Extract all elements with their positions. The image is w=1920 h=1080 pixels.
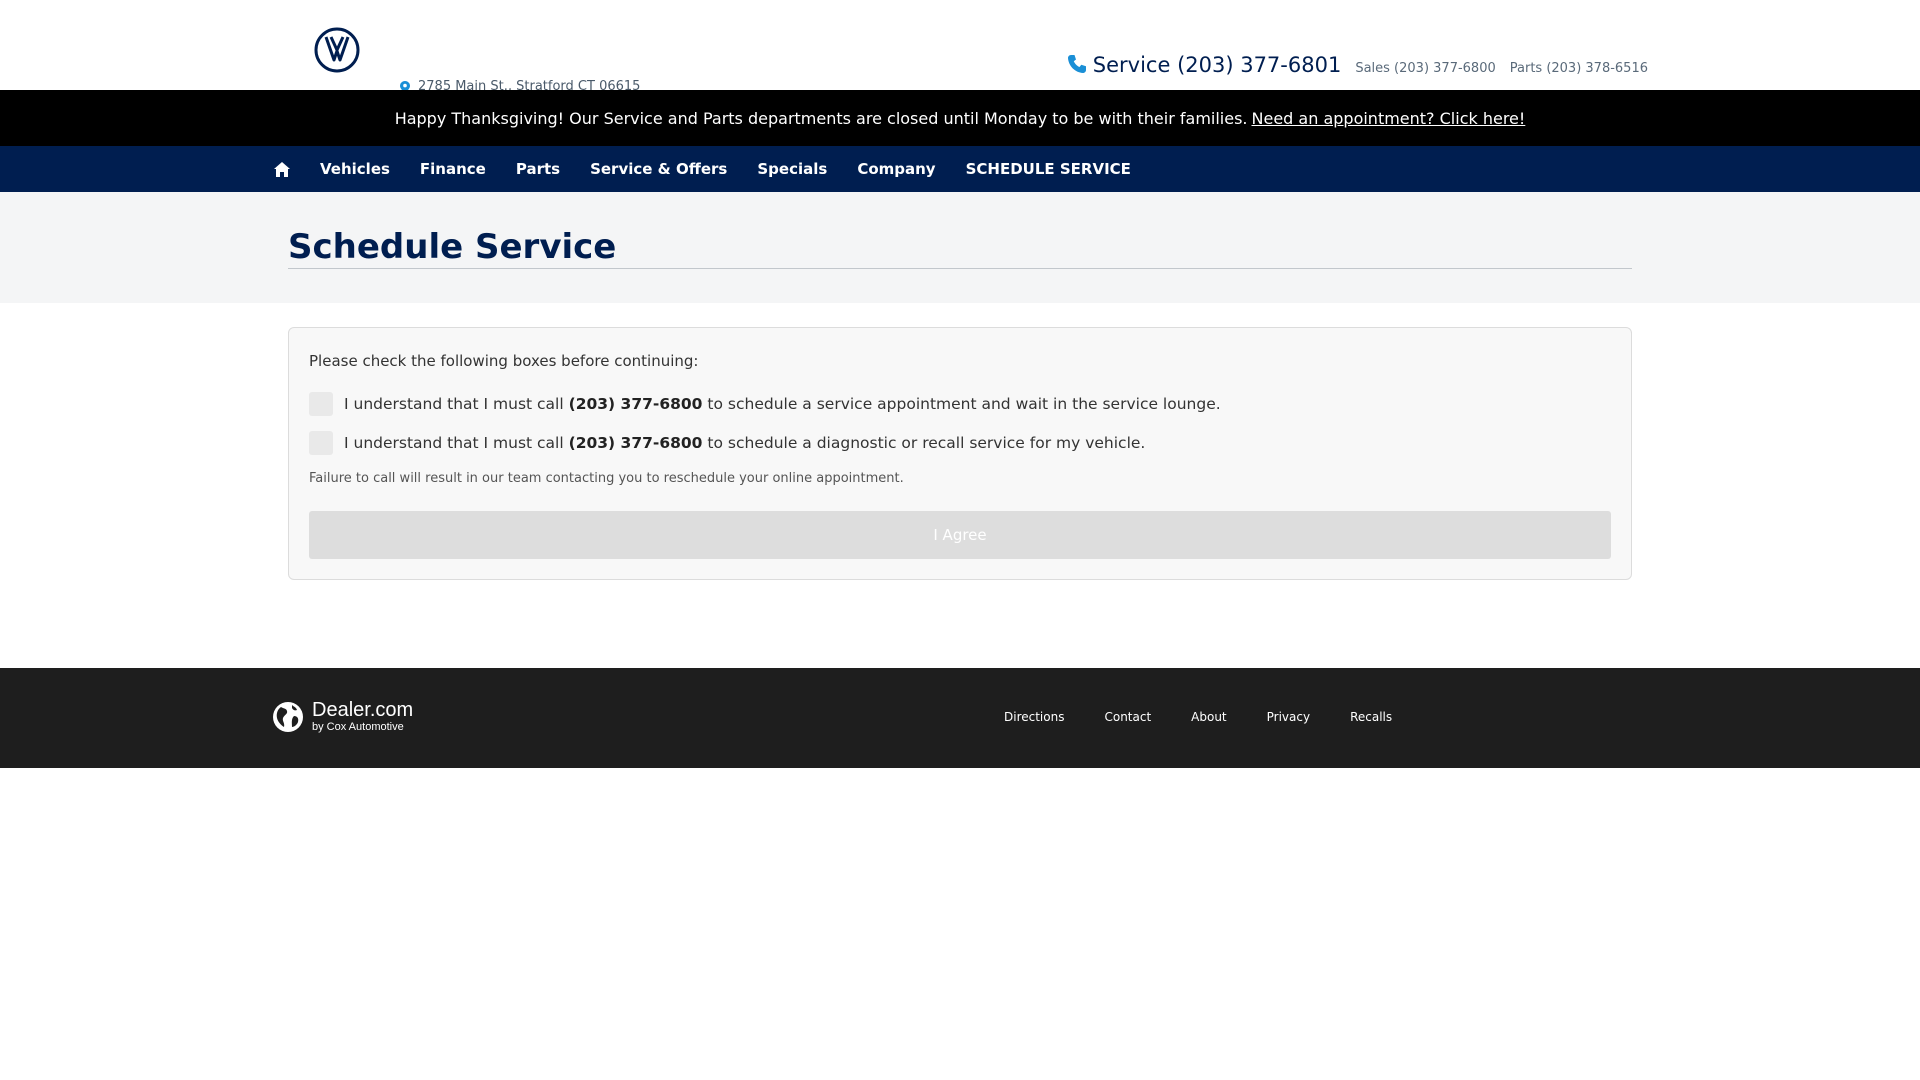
nav-vehicles[interactable]: Vehicles <box>320 160 390 178</box>
globe-icon <box>273 701 303 732</box>
dealer-address[interactable]: 2785 Main St., Stratford CT 06615 <box>400 79 640 90</box>
brand-subtitle: by Cox Automotive <box>312 721 404 733</box>
service-phone-link[interactable]: Service (203) 377-6801 <box>1093 53 1342 77</box>
nav-home[interactable] <box>274 159 294 179</box>
ack-phone: (203) 377-6800 <box>568 395 703 413</box>
announcement-text: Happy Thanksgiving! Our Service and Part… <box>394 108 1248 128</box>
main-nav: Vehicles Finance Parts Service & Offers … <box>0 146 1920 192</box>
footer-link-directions[interactable]: Directions <box>1004 710 1064 724</box>
nav-company[interactable]: Company <box>857 160 935 178</box>
instructions-text: Please check the following boxes before … <box>309 352 699 370</box>
acknowledgement-row-diagnostic: I understand that I must call (203) 377-… <box>309 431 1145 455</box>
site-header: 2785 Main St., Stratford CT 06615 Servic… <box>0 0 1920 90</box>
home-icon <box>274 161 290 177</box>
footer-links: Directions Contact About Privacy Recalls <box>1004 710 1432 724</box>
brand-name: Dealer.com <box>312 699 414 721</box>
nav-specials[interactable]: Specials <box>757 160 827 178</box>
title-divider <box>288 268 1632 269</box>
failure-note: Failure to call will result in our team … <box>309 471 904 486</box>
lounge-checkbox[interactable] <box>309 392 333 416</box>
site-footer: Dealer.com by Cox Automotive Directions … <box>0 668 1920 768</box>
footer-link-about[interactable]: About <box>1191 710 1226 724</box>
appointment-link[interactable]: Need an appointment? Click here! <box>1252 109 1526 128</box>
nav-finance[interactable]: Finance <box>420 160 486 178</box>
phone-numbers: Service (203) 377-6801 Sales (203) 377-6… <box>1067 52 1648 77</box>
address-text: 2785 Main St., Stratford CT 06615 <box>418 79 641 90</box>
nav-service-offers[interactable]: Service & Offers <box>590 160 727 178</box>
acknowledgement-row-lounge: I understand that I must call (203) 377-… <box>309 392 1221 416</box>
footer-link-contact[interactable]: Contact <box>1104 710 1151 724</box>
sales-phone-link[interactable]: Sales (203) 377-6800 <box>1355 61 1495 76</box>
diagnostic-checkbox[interactable] <box>309 431 333 455</box>
parts-phone-link[interactable]: Parts (203) 378-6516 <box>1510 61 1648 76</box>
ack-label-before: I understand that I must call <box>344 434 564 452</box>
agree-button[interactable]: I Agree <box>309 511 1611 559</box>
footer-link-privacy[interactable]: Privacy <box>1267 710 1310 724</box>
announcement-bar: Happy Thanksgiving! Our Service and Part… <box>0 90 1920 146</box>
vw-logo[interactable] <box>314 27 360 73</box>
nav-parts[interactable]: Parts <box>516 160 560 178</box>
acknowledgement-card: Please check the following boxes before … <box>288 327 1632 580</box>
map-pin-icon <box>400 81 410 90</box>
nav-schedule-service[interactable]: SCHEDULE SERVICE <box>966 160 1131 178</box>
ack-phone: (203) 377-6800 <box>568 434 703 452</box>
ack-label-after: to schedule a service appointment and wa… <box>707 395 1221 413</box>
page-title: Schedule Service <box>288 227 617 267</box>
ack-label-after: to schedule a diagnostic or recall servi… <box>707 434 1146 452</box>
dealer-com-logo[interactable]: Dealer.com by Cox Automotive <box>272 700 413 733</box>
footer-link-recalls[interactable]: Recalls <box>1350 710 1392 724</box>
phone-icon <box>1067 55 1086 73</box>
ack-label-before: I understand that I must call <box>344 395 564 413</box>
